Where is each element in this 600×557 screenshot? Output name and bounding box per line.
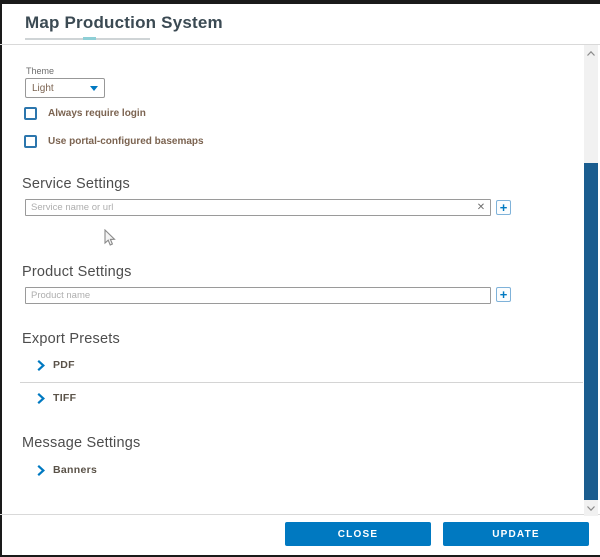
close-button[interactable]: CLOSE <box>285 522 431 546</box>
always-require-login-row[interactable]: Always require login <box>24 107 146 120</box>
product-settings-title: Product Settings <box>22 264 132 280</box>
scrolled-content-remnant-highlight <box>83 37 96 40</box>
expand-row-banners[interactable]: Banners <box>37 464 97 476</box>
export-presets-title: Export Presets <box>22 331 120 347</box>
scroll-up-icon[interactable] <box>584 47 598 59</box>
chevron-right-icon <box>37 465 45 476</box>
expand-row-tiff[interactable]: TIFF <box>37 392 76 404</box>
scroll-down-icon[interactable] <box>584 502 598 514</box>
plus-icon: + <box>500 202 508 214</box>
list-divider <box>20 382 583 383</box>
checkbox-label: Use portal-configured basemaps <box>48 136 204 147</box>
mouse-cursor <box>103 229 116 253</box>
chevron-right-icon <box>37 360 45 371</box>
chevron-right-icon <box>37 393 45 404</box>
add-service-button[interactable]: + <box>496 200 511 215</box>
theme-selected-value: Light <box>32 83 90 94</box>
expand-row-pdf[interactable]: PDF <box>37 359 75 371</box>
add-product-button[interactable]: + <box>496 287 511 302</box>
service-name-input[interactable] <box>25 199 491 216</box>
window-edge-top <box>0 0 600 4</box>
expand-row-label: PDF <box>53 359 75 371</box>
window-edge-left <box>0 0 2 557</box>
expand-row-label: TIFF <box>53 392 76 404</box>
footer-divider <box>0 514 600 515</box>
clear-icon[interactable]: ✕ <box>473 200 489 215</box>
dialog-title: Map Production System <box>25 13 223 33</box>
expand-row-label: Banners <box>53 464 97 476</box>
chevron-down-icon <box>90 86 98 91</box>
plus-icon: + <box>500 289 508 301</box>
header-divider <box>0 44 600 45</box>
checkbox-label: Always require login <box>48 108 146 119</box>
service-settings-title: Service Settings <box>22 176 130 192</box>
always-require-login-checkbox[interactable] <box>24 107 37 120</box>
vertical-scrollbar[interactable] <box>584 45 598 516</box>
use-portal-basemaps-checkbox[interactable] <box>24 135 37 148</box>
map-production-system-dialog: Map Production System Theme Light Always… <box>0 0 600 557</box>
theme-label: Theme <box>26 66 54 76</box>
scrollbar-thumb[interactable] <box>584 163 598 500</box>
update-button[interactable]: UPDATE <box>443 522 589 546</box>
theme-select[interactable]: Light <box>25 78 105 98</box>
use-portal-basemaps-row[interactable]: Use portal-configured basemaps <box>24 135 204 148</box>
message-settings-title: Message Settings <box>22 435 140 451</box>
product-name-input[interactable] <box>25 287 491 304</box>
